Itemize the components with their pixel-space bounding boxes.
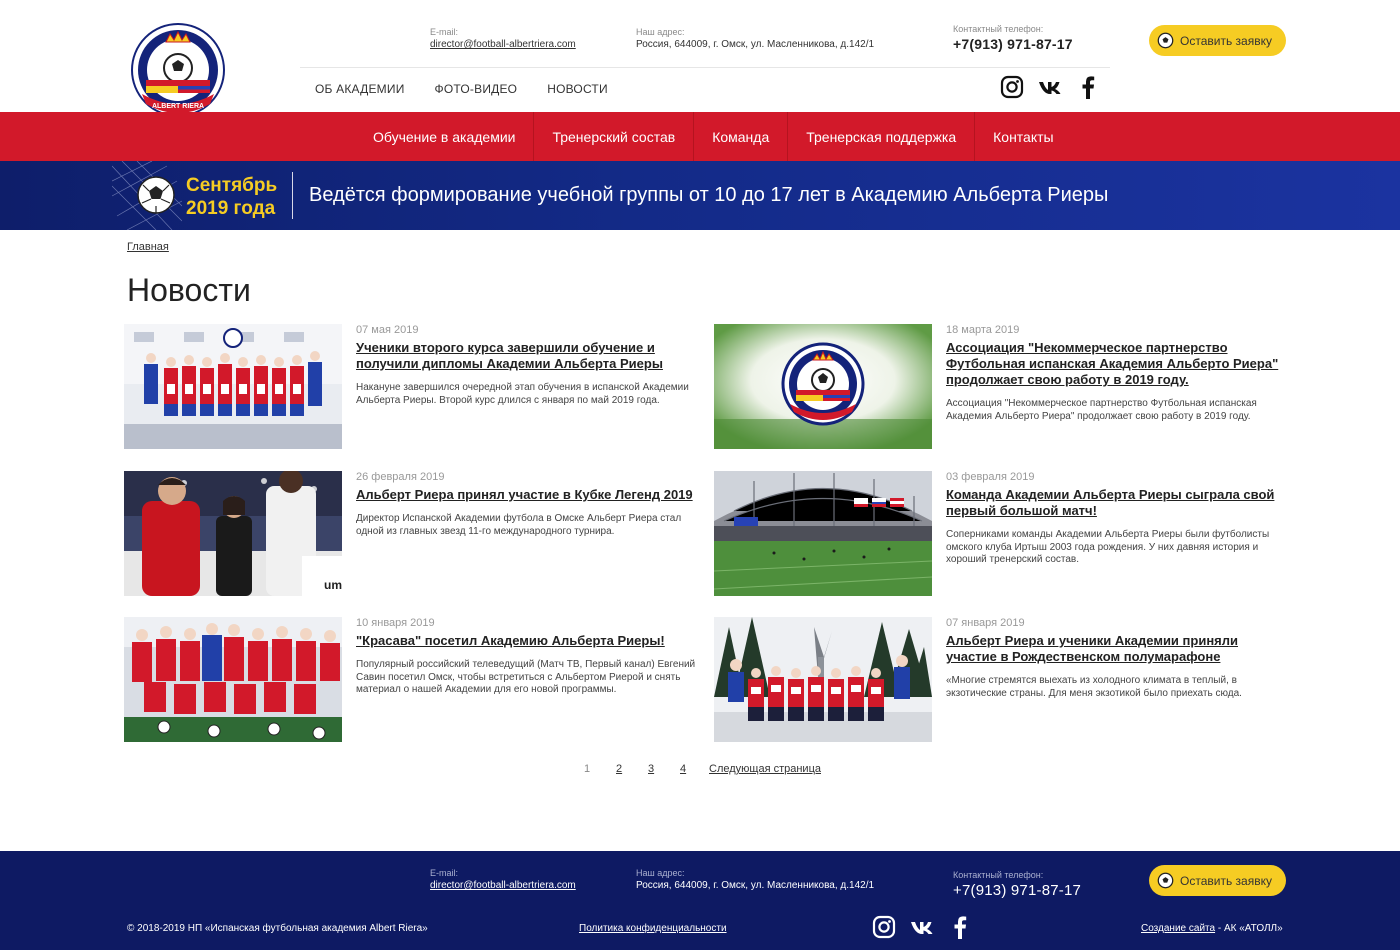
email-link[interactable]: director@football-albertriera.com — [430, 39, 576, 50]
news-description: Накануне завершился очередной этап обуче… — [356, 382, 689, 406]
request-button-label: Оставить заявку — [1180, 33, 1272, 48]
nav-photo-video[interactable]: ФОТО-ВИДЕО — [435, 82, 518, 96]
news-item: 03 февраля 2019 Команда Академии Альберт… — [714, 471, 1289, 597]
football-icon — [1157, 32, 1174, 49]
header-email-block: E-mail: director@football-albertriera.co… — [430, 27, 576, 50]
news-title[interactable]: Ученики второго курса завершили обучение… — [356, 340, 701, 372]
news-item: 07 мая 2019 Ученики второго курса заверш… — [124, 324, 699, 450]
footer-socials — [872, 915, 970, 939]
header-address-block: Наш адрес: Россия, 644009, г. Омск, ул. … — [636, 27, 874, 50]
page-link[interactable]: 2 — [616, 763, 648, 775]
news-photo[interactable]: umb — [124, 471, 342, 596]
news-description: «Многие стремятся выехать из холодного к… — [946, 675, 1242, 699]
breadcrumb-home[interactable]: Главная — [127, 241, 169, 253]
address-label: Наш адрес: — [636, 27, 685, 37]
vk-icon[interactable] — [910, 915, 936, 939]
page: ALBERT RIERA E-mail: director@football-a… — [0, 0, 1400, 950]
news-title[interactable]: Альберт Риера принял участие в Кубке Лег… — [356, 487, 701, 503]
footer-phone-number[interactable]: +7(913) 971-87-17 — [953, 882, 1081, 899]
news-description: Ассоциация "Некоммерческое партнерство Ф… — [946, 398, 1257, 422]
banner-date-month: Сентябрь — [186, 175, 278, 196]
site-credit-agency: - АК «АТОЛЛ» — [1215, 923, 1283, 934]
site-credit: Создание сайта - АК «АТОЛЛ» — [1141, 923, 1283, 934]
header-socials — [1000, 75, 1098, 99]
menu-coach-support[interactable]: Тренерская поддержка — [788, 112, 976, 161]
news-photo[interactable] — [714, 324, 932, 449]
instagram-icon[interactable] — [1000, 75, 1024, 99]
request-button[interactable]: Оставить заявку — [1149, 25, 1286, 56]
news-item: 18 марта 2019 Ассоциация "Некоммерческое… — [714, 324, 1289, 450]
news-date: 07 января 2019 — [946, 617, 1025, 629]
facebook-icon[interactable] — [950, 915, 970, 939]
address-text: Россия, 644009, г. Омск, ул. Масленников… — [636, 39, 875, 50]
news-date: 10 января 2019 — [356, 617, 435, 629]
news-description: Соперниками команды Академии Альберта Ри… — [946, 529, 1270, 565]
footer-email-label: E-mail: — [430, 868, 459, 878]
news-photo[interactable] — [714, 471, 932, 596]
logo-text: ALBERT RIERA — [152, 103, 204, 110]
menu-coaches[interactable]: Тренерский состав — [534, 112, 695, 161]
footer-request-button[interactable]: Оставить заявку — [1149, 865, 1286, 896]
footer-address-label: Наш адрес: — [636, 868, 685, 878]
next-page-link[interactable]: Следующая страница — [709, 763, 821, 775]
facebook-icon[interactable] — [1078, 75, 1098, 99]
goal-net-ball-icon — [112, 161, 182, 230]
banner-separator — [292, 172, 293, 219]
vk-icon[interactable] — [1038, 75, 1064, 99]
privacy-policy-link[interactable]: Политика конфиденциальности — [579, 923, 727, 934]
news-title[interactable]: Команда Академии Альберта Риеры сыграла … — [946, 487, 1291, 519]
news-date: 07 мая 2019 — [356, 324, 419, 336]
svg-text:umb: umb — [324, 578, 342, 592]
banner-text: Ведётся формирование учебной группы от 1… — [309, 184, 1109, 206]
football-icon — [1157, 872, 1174, 889]
page-link-current[interactable]: 1 — [584, 763, 616, 775]
news-title[interactable]: Альберт Риера и ученики Академии приняли… — [946, 633, 1291, 665]
news-date: 03 февраля 2019 — [946, 471, 1035, 483]
menu-contacts[interactable]: Контакты — [975, 112, 1071, 161]
nav-news[interactable]: НОВОСТИ — [547, 82, 608, 96]
news-photo[interactable] — [124, 617, 342, 742]
email-label: E-mail: — [430, 27, 459, 37]
phone-label: Контактный телефон: — [953, 24, 1044, 34]
footer-email-block: E-mail: director@football-albertriera.co… — [430, 868, 576, 891]
news-description: Директор Испанской Академии футбола в Ом… — [356, 513, 682, 537]
phone-number[interactable]: +7(913) 971-87-17 — [953, 36, 1073, 52]
news-description: Популярный российский телеведущий (Матч … — [356, 659, 696, 695]
page-link[interactable]: 4 — [680, 763, 709, 775]
menu-team[interactable]: Команда — [694, 112, 789, 161]
site-header: ALBERT RIERA E-mail: director@football-a… — [0, 0, 1400, 117]
news-photo[interactable] — [714, 617, 932, 742]
site-credit-link[interactable]: Создание сайта — [1141, 923, 1215, 934]
menu-training[interactable]: Обучение в академии — [355, 112, 535, 161]
news-title[interactable]: "Красава" посетил Академию Альберта Риер… — [356, 633, 701, 649]
news-title[interactable]: Ассоциация "Некоммерческое партнерство Ф… — [946, 340, 1291, 388]
pagination: 1 2 3 4 Следующая страница — [584, 763, 821, 775]
banner-date: Сентябрь 2019 года — [186, 174, 277, 220]
site-footer: E-mail: director@football-albertriera.co… — [0, 851, 1400, 950]
news-item: umb 26 февраля 2019 Альберт Риера принял… — [124, 471, 699, 597]
page-link[interactable]: 3 — [648, 763, 680, 775]
nav-about[interactable]: ОБ АКАДЕМИИ — [315, 82, 405, 96]
news-date: 18 марта 2019 — [946, 324, 1020, 336]
announcement-banner[interactable]: Сентябрь 2019 года Ведётся формирование … — [0, 161, 1400, 230]
copyright: © 2018-2019 НП «Испанская футбольная ака… — [127, 923, 428, 934]
header-phone-block: Контактный телефон: +7(913) 971-87-17 — [953, 24, 1073, 52]
news-item: 10 января 2019 "Красава" посетил Академи… — [124, 617, 699, 743]
footer-email-link[interactable]: director@football-albertriera.com — [430, 880, 576, 891]
banner-date-year: 2019 года — [186, 198, 276, 219]
top-nav: ОБ АКАДЕМИИ ФОТО-ВИДЕО НОВОСТИ — [315, 82, 608, 96]
news-photo[interactable] — [124, 324, 342, 449]
footer-request-button-label: Оставить заявку — [1180, 873, 1272, 888]
news-item: 07 января 2019 Альберт Риера и ученики А… — [714, 617, 1289, 743]
academy-logo[interactable]: ALBERT RIERA — [128, 22, 228, 122]
news-date: 26 февраля 2019 — [356, 471, 445, 483]
footer-phone-block: Контактный телефон: +7(913) 971-87-17 — [953, 870, 1081, 899]
instagram-icon[interactable] — [872, 915, 896, 939]
page-title: Новости — [127, 272, 251, 308]
main-menu: Обучение в академии Тренерский состав Ко… — [0, 112, 1400, 161]
footer-address-block: Наш адрес: Россия, 644009, г. Омск, ул. … — [636, 868, 874, 891]
header-divider — [300, 67, 1110, 68]
footer-address-text: Россия, 644009, г. Омск, ул. Масленников… — [636, 880, 875, 891]
footer-phone-label: Контактный телефон: — [953, 870, 1044, 880]
